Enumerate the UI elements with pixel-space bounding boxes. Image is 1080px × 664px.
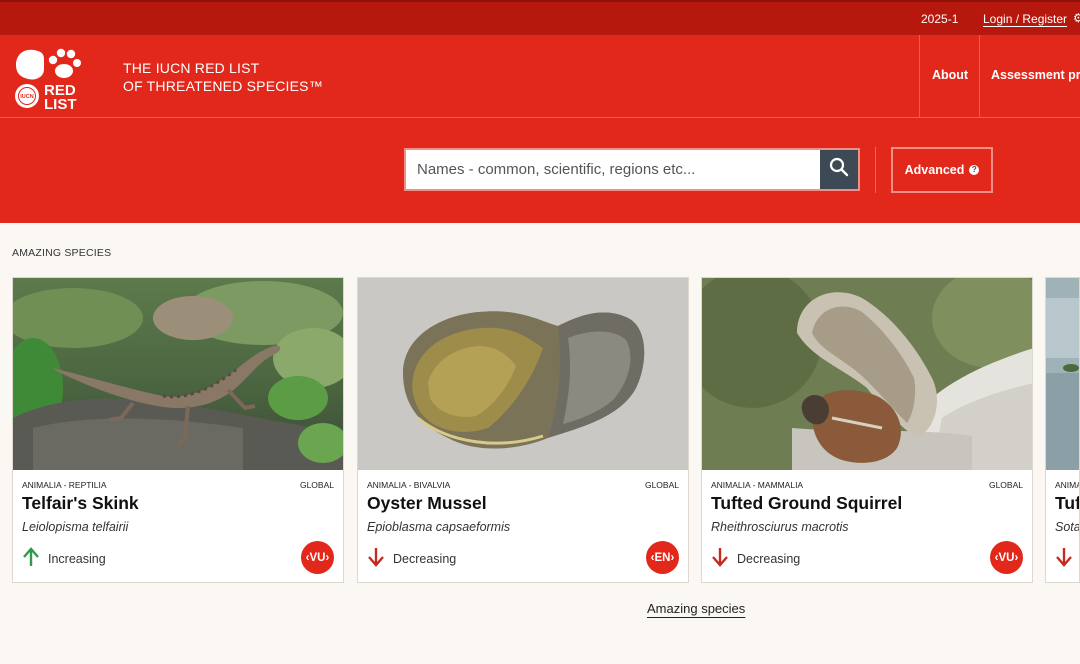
- arrow-down-icon: [711, 547, 729, 570]
- status-badge: ‹ EN ›: [646, 541, 679, 574]
- species-image-squirrel: [702, 278, 1032, 470]
- scope-label: GLOBAL: [299, 480, 334, 490]
- status-code: VU: [998, 551, 1015, 564]
- header-divider: [0, 117, 1080, 118]
- trend-label: Decreasing: [393, 551, 457, 566]
- scope-label: GLOBAL: [988, 480, 1023, 490]
- scientific-name: Epioblasma capsaeformis: [367, 520, 511, 534]
- iucn-badge-text: IUCN: [20, 94, 33, 100]
- globe-icon[interactable]: ⚙: [1073, 11, 1080, 25]
- top-utility-bar: 2025-1 Login / Register ⚙: [0, 0, 1080, 35]
- tagline-line-1: THE IUCN RED LIST: [123, 60, 260, 76]
- badge-right-chevron-icon: ›: [1014, 551, 1019, 564]
- nav-divider: [919, 35, 920, 117]
- common-name[interactable]: Tufted Ground Squirrel: [711, 493, 902, 514]
- species-image-skink: [13, 278, 343, 470]
- trend-label: Decreasing: [737, 551, 801, 566]
- nav-item-about[interactable]: About: [932, 68, 968, 82]
- population-trend: Decreasing: [711, 547, 800, 570]
- population-trend: Increasing: [22, 547, 106, 570]
- help-icon: ?: [969, 165, 980, 175]
- red-list-logo[interactable]: IUCN RED LIST: [12, 43, 92, 113]
- scientific-name: Sota: [1055, 520, 1080, 534]
- species-image-mussel: [358, 278, 688, 470]
- species-card[interactable]: ANIMALIA - BIVALVIA GLOBAL Oyster Mussel…: [357, 277, 689, 583]
- badge-right-chevron-icon: ›: [325, 551, 330, 564]
- nav-item-assessment-process[interactable]: Assessment pr: [991, 68, 1080, 82]
- taxonomy-label: ANIMALIA - BIVALVIA: [367, 480, 451, 490]
- scientific-name: Leiolopisma telfairii: [22, 520, 129, 534]
- population-trend: Decreasing: [367, 547, 456, 570]
- nav-divider: [979, 35, 980, 117]
- login-register-link[interactable]: Login / Register: [983, 12, 1067, 26]
- advanced-label: Advanced: [904, 163, 965, 177]
- search-input[interactable]: [406, 150, 820, 189]
- arrow-down-icon: [367, 547, 385, 570]
- status-badge: ‹ VU ›: [990, 541, 1023, 574]
- search-divider: [875, 147, 876, 193]
- population-trend: [1055, 547, 1073, 570]
- status-badge: ‹ VU ›: [301, 541, 334, 574]
- species-card[interactable]: ANIMALIA - MAMMALIA GLOBAL Tufted Ground…: [701, 277, 1033, 583]
- scientific-name: Rheithrosciurus macrotis: [711, 520, 849, 534]
- taxonomy-label: ANIMA: [1055, 480, 1080, 490]
- species-image-partial: [1046, 278, 1079, 470]
- status-code: EN: [654, 551, 671, 564]
- common-name[interactable]: Tuf: [1055, 493, 1079, 514]
- logo-text-list: LIST: [44, 96, 77, 111]
- trend-label: Increasing: [48, 551, 106, 566]
- site-tagline: THE IUCN RED LIST OF THREATENED SPECIES™: [123, 59, 323, 95]
- search-box: [404, 148, 860, 191]
- site-header: IUCN RED LIST THE IUCN RED LIST OF THREA…: [0, 35, 1080, 223]
- scope-label: GLOBAL: [644, 480, 679, 490]
- version-label: 2025-1: [921, 12, 959, 26]
- arrow-up-icon: [22, 547, 40, 570]
- species-card[interactable]: ANIMALIA - REPTILIA GLOBAL Telfair's Ski…: [12, 277, 344, 583]
- status-code: VU: [309, 551, 326, 564]
- search-icon: [829, 157, 849, 182]
- taxonomy-label: ANIMALIA - REPTILIA: [22, 480, 107, 490]
- search-button[interactable]: [820, 150, 858, 189]
- section-heading: AMAZING SPECIES: [12, 247, 112, 259]
- species-card[interactable]: ANIMA Tuf Sota: [1045, 277, 1080, 583]
- amazing-species-link[interactable]: Amazing species: [647, 601, 745, 616]
- taxonomy-label: ANIMALIA - MAMMALIA: [711, 480, 804, 490]
- common-name[interactable]: Oyster Mussel: [367, 493, 487, 514]
- tagline-line-2: OF THREATENED SPECIES™: [123, 78, 323, 94]
- arrow-down-icon: [1055, 547, 1073, 570]
- common-name[interactable]: Telfair's Skink: [22, 493, 139, 514]
- badge-right-chevron-icon: ›: [670, 551, 675, 564]
- advanced-search-button[interactable]: Advanced ?: [891, 147, 993, 193]
